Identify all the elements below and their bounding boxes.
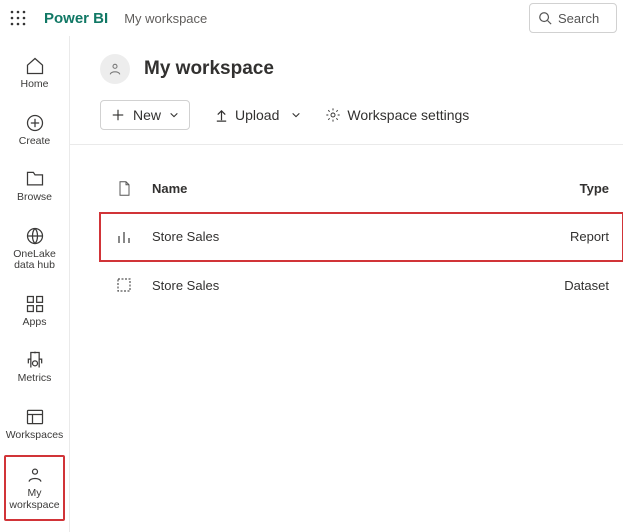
chevron-down-icon <box>291 110 301 120</box>
upload-label: Upload <box>235 107 279 123</box>
sidebar-item-metrics[interactable]: Metrics <box>0 342 69 393</box>
sidebar-item-label: Browse <box>17 192 52 204</box>
page-title: My workspace <box>144 58 274 80</box>
sidebar-item-label: Metrics <box>18 373 52 385</box>
sidebar-item-label: My workspace <box>8 488 61 511</box>
workspace-avatar-icon <box>100 54 130 84</box>
sidebar-item-workspaces[interactable]: Workspaces <box>0 399 69 450</box>
main: My workspace New Upload Workspace settin… <box>70 36 623 532</box>
item-name: Store Sales <box>148 229 545 244</box>
sidebar-item-apps[interactable]: Apps <box>0 286 69 337</box>
sidebar-item-label: Workspaces <box>6 430 64 442</box>
column-header-type[interactable]: Type <box>545 181 623 196</box>
item-name: Store Sales <box>148 278 545 293</box>
settings-label: Workspace settings <box>347 107 469 123</box>
sidebar-item-label: Apps <box>23 317 47 329</box>
new-button[interactable]: New <box>100 100 190 130</box>
report-icon <box>100 229 148 245</box>
file-icon <box>100 181 148 196</box>
sidebar: Home Create Browse OneLake data hub Apps <box>0 36 70 532</box>
sidebar-item-label: Create <box>19 136 51 148</box>
column-header-name[interactable]: Name <box>148 181 545 196</box>
topbar: Power BI My workspace Search <box>0 0 623 36</box>
brand-label: Power BI <box>44 10 108 27</box>
sidebar-item-browse[interactable]: Browse <box>0 161 69 212</box>
search-input[interactable]: Search <box>529 3 617 33</box>
table-row[interactable]: Store Sales Report <box>100 213 623 261</box>
sidebar-item-label: OneLake data hub <box>2 249 67 272</box>
table-header-row: Name Type <box>100 165 623 213</box>
sidebar-item-create[interactable]: Create <box>0 105 69 156</box>
chevron-down-icon <box>169 110 179 120</box>
toolbar: New Upload Workspace settings <box>70 94 623 145</box>
item-type: Dataset <box>545 278 623 293</box>
sidebar-item-label: Home <box>20 79 48 91</box>
content-table: Name Type Store Sales Report Store Sales… <box>70 145 623 309</box>
breadcrumb[interactable]: My workspace <box>124 11 207 26</box>
new-button-label: New <box>133 107 161 123</box>
workspace-settings-button[interactable]: Workspace settings <box>325 107 469 123</box>
workspace-header: My workspace <box>70 36 623 94</box>
search-placeholder: Search <box>558 11 599 26</box>
dataset-icon <box>100 277 148 293</box>
item-type: Report <box>545 229 623 244</box>
sidebar-item-my-workspace[interactable]: My workspace <box>6 457 63 519</box>
sidebar-item-home[interactable]: Home <box>0 48 69 99</box>
upload-button[interactable]: Upload <box>214 107 301 123</box>
app-launcher-icon[interactable] <box>6 6 30 30</box>
table-row[interactable]: Store Sales Dataset <box>100 261 623 309</box>
sidebar-item-onelake[interactable]: OneLake data hub <box>0 218 69 280</box>
